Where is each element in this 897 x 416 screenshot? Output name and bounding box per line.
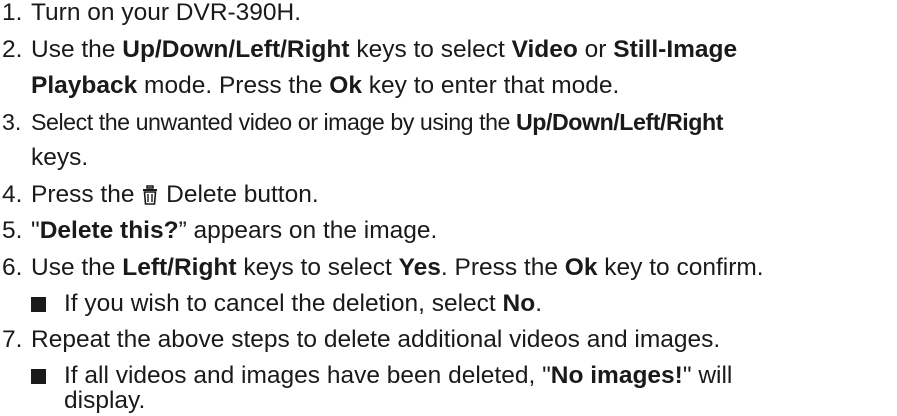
step-text: "Delete this?” appears on the image. bbox=[31, 217, 438, 244]
step-number: 5. bbox=[2, 217, 23, 244]
bullet-square-icon bbox=[31, 369, 46, 384]
step-number: 2. bbox=[2, 36, 23, 63]
step-text: Select the unwanted video or image by us… bbox=[31, 109, 723, 135]
step-number: 3. bbox=[2, 109, 22, 135]
step-number: 6. bbox=[2, 254, 23, 281]
step-text: Use the Up/Down/Left/Right keys to selec… bbox=[31, 36, 738, 63]
step-number: 1. bbox=[2, 0, 23, 26]
step-text: Playback mode. Press the Ok key to enter… bbox=[31, 72, 620, 99]
bullet-text: If all videos and images have been delet… bbox=[64, 362, 733, 389]
step-text: Use the Left/Right keys to select Yes. P… bbox=[31, 254, 764, 281]
step-text: Turn on your DVR-390H. bbox=[31, 0, 302, 26]
step-text: keys. bbox=[31, 144, 89, 171]
bullet-text: display. bbox=[64, 387, 146, 414]
bullet-square-icon bbox=[31, 297, 46, 312]
trash-icon bbox=[142, 183, 158, 213]
step-number: 7. bbox=[2, 326, 23, 353]
step-number: 4. bbox=[2, 181, 23, 208]
bullet-text: If you wish to cancel the deletion, sele… bbox=[64, 290, 543, 317]
step-text: Press the Delete button. bbox=[31, 180, 319, 213]
step-text: Repeat the above steps to delete additio… bbox=[31, 326, 721, 353]
